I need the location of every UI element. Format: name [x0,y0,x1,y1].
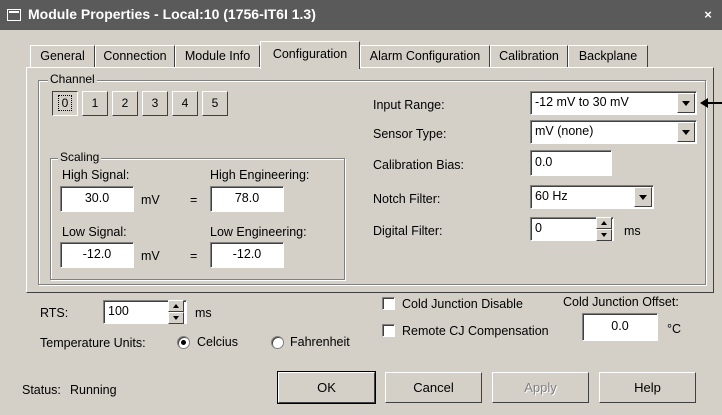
notch-filter-label: Notch Filter: [373,192,441,206]
cold-junction-disable-label[interactable]: Cold Junction Disable [402,297,523,311]
title-bar[interactable]: Module Properties - Local:10 (1756-IT6I … [0,0,722,30]
help-button[interactable]: Help [599,372,696,403]
celcius-radio[interactable] [177,336,190,349]
rts-spinner[interactable] [168,300,184,324]
tab-calibration[interactable]: Calibration [490,45,568,67]
scaling-legend: Scaling [58,150,102,164]
tab-connection[interactable]: Connection [95,45,175,67]
calibration-bias-input[interactable]: 0.0 [530,150,612,176]
celcius-label[interactable]: Celcius [197,335,238,349]
digital-filter-label: Digital Filter: [373,224,443,238]
low-signal-unit: mV [141,249,160,263]
input-range-value: -12 mV to 30 mV [535,95,629,109]
notch-filter-dropdown-arrow[interactable] [634,187,652,207]
remote-cj-compensation-checkbox[interactable] [382,324,395,337]
remote-cj-compensation-label[interactable]: Remote CJ Compensation [402,324,549,338]
input-range-label: Input Range: [373,98,445,112]
rts-unit: ms [195,306,212,320]
tab-general[interactable]: General [30,45,95,67]
sensor-type-select[interactable]: mV (none) [530,120,697,144]
high-signal-unit: mV [141,193,160,207]
arrow-left-icon [700,98,722,108]
high-equals-sign: = [190,193,198,207]
sensor-type-dropdown-arrow[interactable] [677,122,695,142]
notch-filter-value: 60 Hz [535,189,568,203]
channel-button-5[interactable]: 5 [202,91,228,116]
cold-junction-offset-input[interactable]: 0.0 [582,313,658,341]
channel-button-3[interactable]: 3 [142,91,168,116]
spin-up-icon[interactable] [168,300,184,312]
sensor-type-value: mV (none) [535,124,594,138]
cancel-button[interactable]: Cancel [385,372,482,403]
calibration-bias-label: Calibration Bias: [373,158,465,172]
low-engineering-label: Low Engineering: [210,225,307,239]
channel-button-1[interactable]: 1 [82,91,108,116]
spin-down-icon[interactable] [168,312,184,324]
tab-alarm-configuration[interactable]: Alarm Configuration [360,45,490,67]
low-signal-input[interactable]: -12.0 [60,242,134,268]
high-engineering-input[interactable]: 78.0 [210,186,284,212]
input-range-select[interactable]: -12 mV to 30 mV [530,91,697,115]
high-engineering-label: High Engineering: [210,168,310,182]
channel-legend: Channel [48,72,97,86]
channel-button-0[interactable]: 0 [52,91,78,116]
cold-junction-offset-label: Cold Junction Offset: [563,295,679,309]
digital-filter-spinner[interactable] [596,217,612,241]
sensor-type-label: Sensor Type: [373,127,447,141]
tab-module-info[interactable]: Module Info [175,45,260,67]
digital-filter-unit: ms [624,224,641,238]
window-title: Module Properties - Local:10 (1756-IT6I … [28,6,316,22]
low-signal-label: Low Signal: [62,225,127,239]
close-button[interactable]: × [700,8,716,22]
tab-configuration[interactable]: Configuration [260,41,360,69]
window-icon [7,9,21,21]
fahrenheit-label[interactable]: Fahrenheit [290,335,350,349]
status-label: Status: [22,383,61,397]
high-signal-input[interactable]: 30.0 [60,186,134,212]
temperature-units-label: Temperature Units: [40,336,146,350]
channel-button-2[interactable]: 2 [112,91,138,116]
fahrenheit-radio[interactable] [271,336,284,349]
cold-junction-offset-unit: °C [667,322,682,336]
rts-label: RTS: [40,306,69,320]
low-equals-sign: = [190,249,198,263]
spin-down-icon[interactable] [596,229,612,241]
status-value: Running [70,383,117,397]
spin-up-icon[interactable] [596,217,612,229]
input-range-dropdown-arrow[interactable] [677,93,695,113]
ok-button[interactable]: OK [277,371,376,404]
channel-button-4[interactable]: 4 [172,91,198,116]
high-signal-label: High Signal: [62,168,130,182]
apply-button[interactable]: Apply [492,372,589,403]
low-engineering-input[interactable]: -12.0 [210,242,284,268]
module-properties-window: Module Properties - Local:10 (1756-IT6I … [0,0,722,415]
tab-backplane[interactable]: Backplane [568,45,648,67]
apply-button-label: Apply [524,380,557,395]
channel-button-label: 0 [57,95,73,111]
cold-junction-disable-checkbox[interactable] [382,297,395,310]
